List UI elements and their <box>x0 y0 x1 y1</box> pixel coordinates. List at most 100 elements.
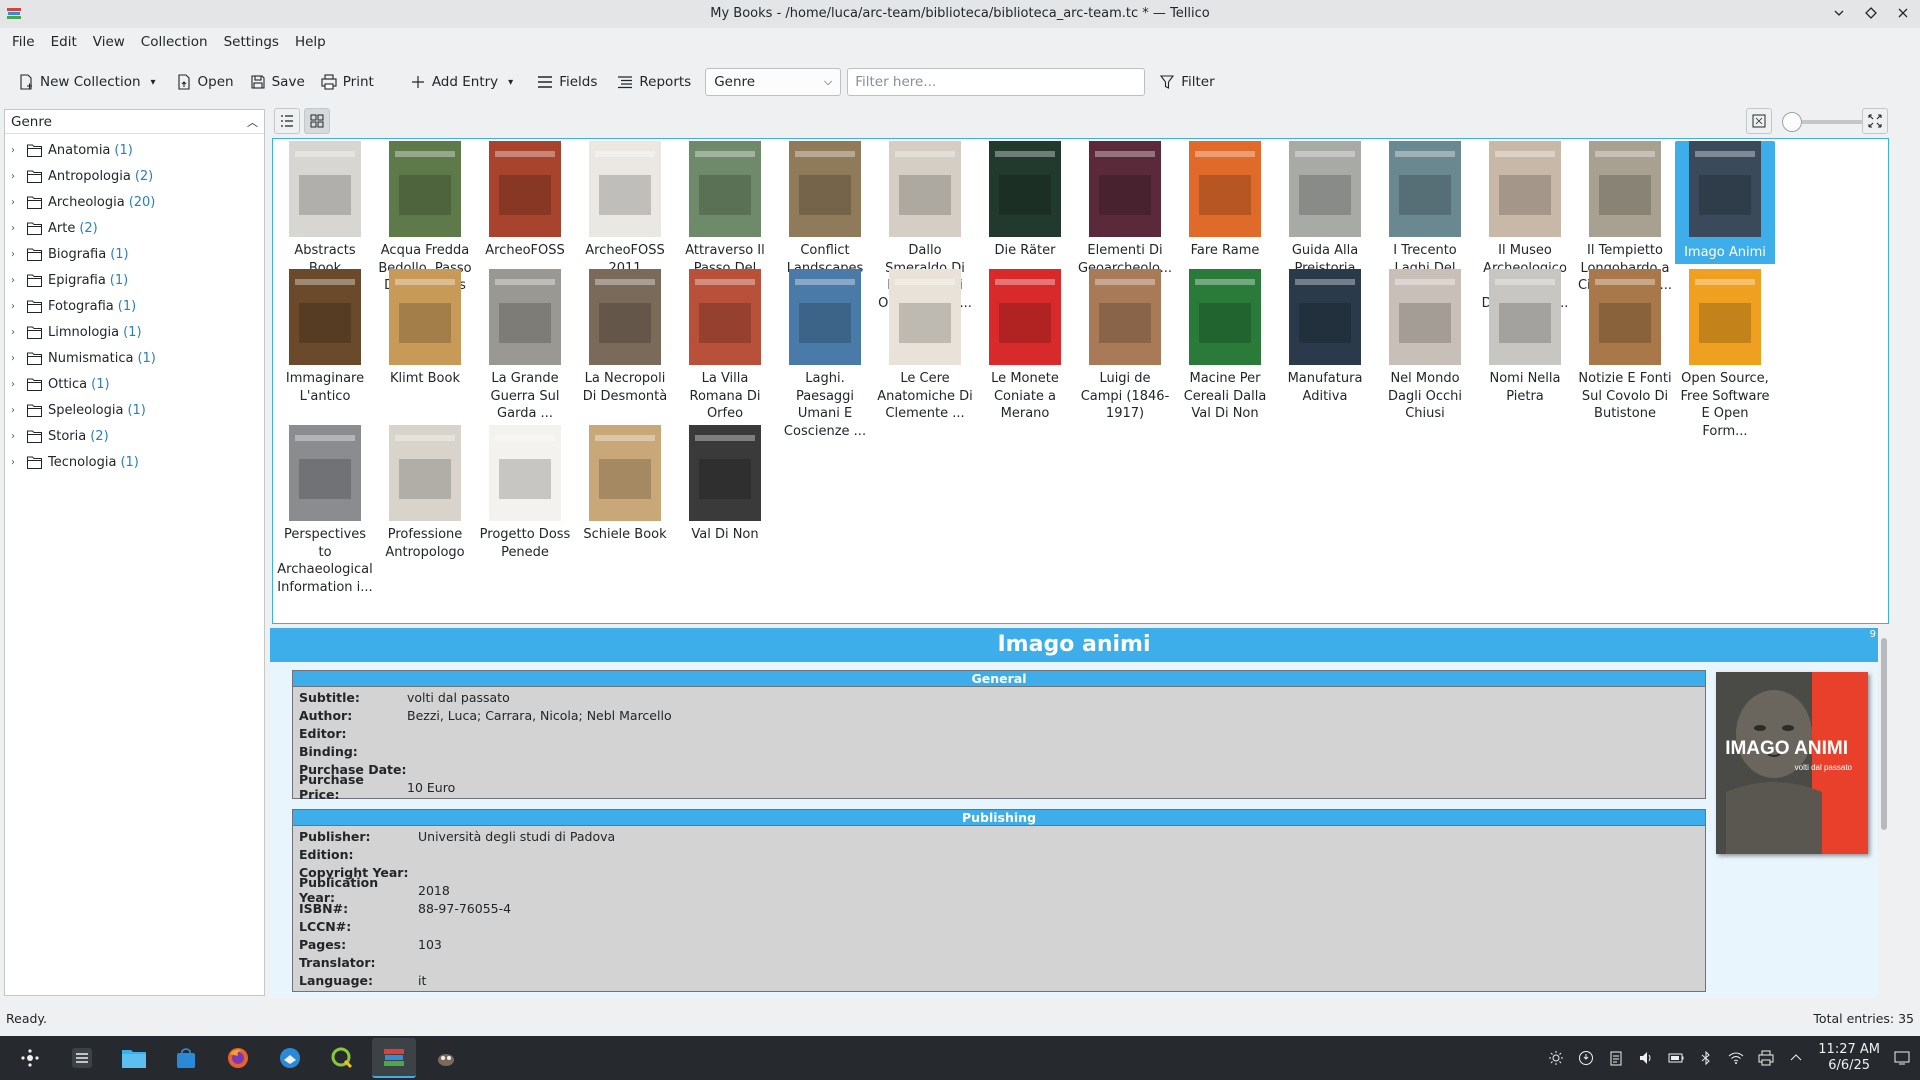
tree-group-item[interactable]: › Speleologia (1) <box>5 397 264 423</box>
zoom-in-button[interactable] <box>1862 108 1888 134</box>
entry-icon-item[interactable]: Immaginare L'antico <box>275 269 375 405</box>
zoom-out-button[interactable] <box>1746 108 1772 134</box>
chevron-right-icon[interactable]: › <box>11 301 21 312</box>
update-icon[interactable] <box>1578 1050 1594 1066</box>
tree-group-item[interactable]: › Biografia (1) <box>5 241 264 267</box>
clipboard-icon[interactable] <box>1608 1050 1624 1066</box>
entry-icon-item[interactable]: Val Di Non <box>675 425 775 544</box>
thunderbird-task[interactable] <box>268 1038 312 1078</box>
entry-icon-item[interactable]: La Grande Guerra Sul Garda ... <box>475 269 575 423</box>
chevron-right-icon[interactable]: › <box>11 327 21 338</box>
open-button[interactable]: Open <box>168 68 242 96</box>
entry-icon-item[interactable]: Elementi Di Geoarcheolo... <box>1075 141 1175 277</box>
entry-icon-item[interactable]: Perspectives to Archaeological Informati… <box>275 425 375 596</box>
tree-group-item[interactable]: › Ottica (1) <box>5 371 264 397</box>
group-by-select[interactable]: Genre ⌵ <box>705 68 842 96</box>
entry-icon-item[interactable]: Laghi. Paesaggi Umani E Coscienze ... <box>775 269 875 440</box>
entry-icon-item[interactable]: Klimt Book <box>375 269 475 388</box>
detail-scrollbar[interactable] <box>1878 628 1890 998</box>
icon-view-button[interactable] <box>304 108 330 134</box>
entry-icon-item[interactable]: ArcheoFOSS 2011 <box>575 141 675 277</box>
clock[interactable]: 11:27 AM 6/6/25 <box>1818 1042 1880 1074</box>
tree-group-item[interactable]: › Fotografia (1) <box>5 293 264 319</box>
entry-icon-item[interactable]: La Villa Romana Di Orfeo <box>675 269 775 423</box>
chevron-up-icon[interactable]: ︿ <box>247 114 258 130</box>
save-button[interactable]: Save <box>242 68 313 96</box>
printer-tray-icon[interactable] <box>1758 1050 1774 1066</box>
tree-group-item[interactable]: › Storia (2) <box>5 423 264 449</box>
chevron-right-icon[interactable]: › <box>11 405 21 416</box>
tree-header[interactable]: Genre ︿ <box>5 110 264 134</box>
battery-icon[interactable] <box>1668 1050 1684 1066</box>
menu-collection[interactable]: Collection <box>133 30 216 56</box>
new-collection-button[interactable]: New Collection ▾ <box>10 68 164 96</box>
tellico-task[interactable] <box>372 1038 416 1078</box>
entry-icon-item[interactable]: Conflict Landscapes <box>775 141 875 277</box>
chevron-right-icon[interactable]: › <box>11 249 21 260</box>
menu-help[interactable]: Help <box>287 30 334 56</box>
entry-icon-item[interactable]: Professione Antropologo <box>375 425 475 561</box>
tree-group-item[interactable]: › Anatomia (1) <box>5 137 264 163</box>
wifi-icon[interactable] <box>1728 1050 1744 1066</box>
entry-icon-item[interactable]: Notizie E Fonti Sul Covolo Di Butistone <box>1575 269 1675 423</box>
system-settings-task[interactable] <box>60 1038 104 1078</box>
chevron-down-icon[interactable]: ▾ <box>151 77 156 88</box>
entry-icon-item[interactable]: Imago Animi <box>1675 141 1775 264</box>
volume-icon[interactable] <box>1638 1050 1654 1066</box>
tree-group-item[interactable]: › Archeologia (20) <box>5 189 264 215</box>
print-button[interactable]: Print <box>313 68 382 96</box>
chevron-down-icon[interactable]: ▾ <box>508 77 513 88</box>
icon-size-slider-handle[interactable] <box>1782 112 1802 132</box>
filter-input[interactable] <box>847 68 1146 96</box>
entry-icon-item[interactable]: Macine Per Cereali Dalla Val Di Non <box>1175 269 1275 423</box>
bluetooth-icon[interactable] <box>1698 1050 1714 1066</box>
entry-icon-item[interactable]: Open Source, Free Software E Open Form..… <box>1675 269 1775 440</box>
detail-scrollbar-thumb[interactable] <box>1881 638 1887 830</box>
entry-icon-item[interactable]: Progetto Doss Penede <box>475 425 575 561</box>
file-manager-task[interactable] <box>112 1038 156 1078</box>
add-entry-button[interactable]: Add Entry ▾ <box>402 68 521 96</box>
tree-group-item[interactable]: › Arte (2) <box>5 215 264 241</box>
show-desktop-icon[interactable] <box>1894 1050 1910 1066</box>
entry-icon-item[interactable]: Abstracts Book <box>275 141 375 277</box>
entry-icon-item[interactable]: Luigi de Campi (1846-1917) <box>1075 269 1175 423</box>
menu-file[interactable]: File <box>4 30 43 56</box>
entry-icon-item[interactable]: Die Räter <box>975 141 1075 260</box>
tree-group-item[interactable]: › Limnologia (1) <box>5 319 264 345</box>
tree-group-item[interactable]: › Tecnologia (1) <box>5 449 264 475</box>
firefox-task[interactable] <box>216 1038 260 1078</box>
chevron-right-icon[interactable]: › <box>11 431 21 442</box>
chevron-right-icon[interactable]: › <box>11 379 21 390</box>
maximize-button[interactable] <box>1862 4 1880 22</box>
menu-settings[interactable]: Settings <box>216 30 287 56</box>
tree-group-item[interactable]: › Epigrafia (1) <box>5 267 264 293</box>
application-launcher-button[interactable] <box>8 1038 52 1078</box>
menu-edit[interactable]: Edit <box>43 30 85 56</box>
entry-icon-item[interactable]: Fare Rame <box>1175 141 1275 260</box>
list-view-button[interactable] <box>274 108 300 134</box>
entry-icon-item[interactable]: Le Monete Coniate a Merano <box>975 269 1075 423</box>
gimp-task[interactable] <box>424 1038 468 1078</box>
qgis-task[interactable] <box>320 1038 364 1078</box>
entry-icon-item[interactable]: Nomi Nella Pietra <box>1475 269 1575 405</box>
reports-button[interactable]: Reports <box>609 68 699 96</box>
chevron-up-icon[interactable] <box>1788 1050 1804 1066</box>
tree-group-item[interactable]: › Numismatica (1) <box>5 345 264 371</box>
chevron-right-icon[interactable]: › <box>11 145 21 156</box>
fields-button[interactable]: Fields <box>529 68 605 96</box>
weather-icon[interactable] <box>1548 1050 1564 1066</box>
entry-icon-item[interactable]: La Necropoli Di Desmontà <box>575 269 675 405</box>
entry-icon-item[interactable]: Le Cere Anatomiche Di Clemente ... <box>875 269 975 423</box>
chevron-right-icon[interactable]: › <box>11 353 21 364</box>
chevron-right-icon[interactable]: › <box>11 171 21 182</box>
chevron-right-icon[interactable]: › <box>11 223 21 234</box>
entry-icon-item[interactable]: ArcheoFOSS <box>475 141 575 260</box>
chevron-right-icon[interactable]: › <box>11 197 21 208</box>
entry-icon-item[interactable]: Nel Mondo Dagli Occhi Chiusi <box>1375 269 1475 423</box>
tree-group-item[interactable]: › Antropologia (2) <box>5 163 264 189</box>
minimize-button[interactable] <box>1830 4 1848 22</box>
entry-icon-item[interactable]: Manufatura Aditiva <box>1275 269 1375 405</box>
chevron-right-icon[interactable]: › <box>11 275 21 286</box>
menu-view[interactable]: View <box>85 30 133 56</box>
chevron-right-icon[interactable]: › <box>11 457 21 468</box>
